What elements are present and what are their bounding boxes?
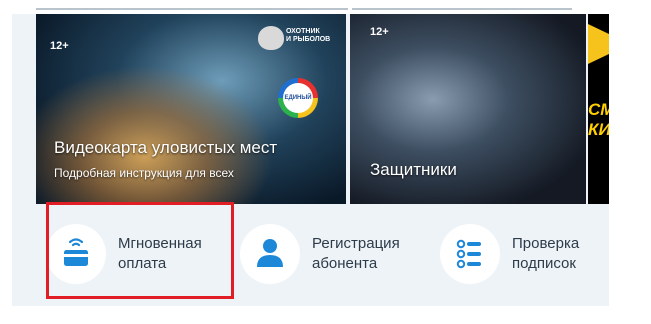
banner-title: Видеокарта уловистых мест — [54, 138, 278, 157]
age-rating: 12+ — [370, 26, 389, 38]
edinyi-badge-icon: ЕДИНЫЙ — [278, 78, 318, 118]
banner-title: Защитники — [370, 160, 457, 179]
content-frame: 12+ ОХОТНИК И РЫБОЛОВ ЕДИНЫЙ Видеокарта … — [12, 0, 609, 306]
banner-title: СМОТ КИНОЗА — [588, 100, 609, 139]
action-label: Регистрация абонента — [312, 235, 400, 272]
action-label: Проверка подписок — [512, 235, 580, 272]
banner-subtitle: Подробная инструкция для всех — [54, 166, 234, 180]
star-camera-icon — [588, 24, 609, 64]
top-divider — [12, 0, 609, 14]
channel-logo-ohotnik: ОХОТНИК И РЫБОЛОВ — [258, 24, 338, 60]
divider-line — [36, 8, 348, 10]
user-icon — [240, 224, 300, 284]
banner-zashchitniki[interactable]: 12+ Защитники — [350, 14, 586, 204]
banner-kinozal[interactable]: СМОТ КИНОЗА — [588, 14, 609, 204]
divider-line — [352, 8, 572, 10]
channel-logo-text: ОХОТНИК И РЫБОЛОВ — [286, 28, 331, 43]
list-icon — [440, 224, 500, 284]
age-rating: 12+ — [50, 40, 69, 52]
banner-videokarta[interactable]: 12+ ОХОТНИК И РЫБОЛОВ ЕДИНЫЙ Видеокарта … — [36, 14, 346, 204]
bear-logo-icon — [258, 26, 284, 50]
instant-payment-highlight — [46, 202, 234, 299]
